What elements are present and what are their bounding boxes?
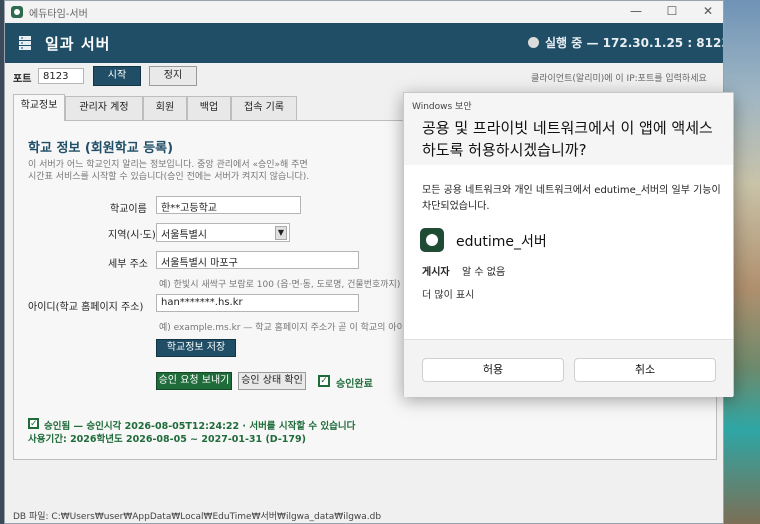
tab-members[interactable]: 회원	[143, 96, 187, 120]
address-hint: 예) 한빛시 새싹구 보람로 100 (읍·면·동, 도로명, 건물번호까지)	[159, 280, 401, 290]
maximize-button[interactable]: ☐	[655, 1, 689, 23]
port-label: 포트	[13, 74, 32, 85]
dialog-heading: 공용 및 프라이빗 네트워크에서 이 앱에 액세스하도록 허용하시겠습니까?	[422, 119, 713, 159]
dialog-app-name: edutime_서버	[456, 234, 547, 250]
window-title: 에듀타임-서버	[29, 8, 88, 20]
clock-icon	[420, 228, 444, 252]
server-address: — 172.30.1.25 : 8123	[586, 36, 724, 50]
app-header: 일과 서버 실행 중 — 172.30.1.25 : 8123	[5, 23, 723, 63]
dialog-body-text: 모든 공용 네트워크와 개인 네트워크에서 edutime_서버의 일부 기능이…	[422, 185, 721, 212]
region-select[interactable]: 서울특별시 ▼	[156, 223, 290, 242]
tab-admin-account[interactable]: 관리자 계정	[65, 96, 143, 120]
section-title: 학교 정보 (회원학교 등록)	[28, 141, 174, 156]
status-dot-icon	[528, 37, 539, 48]
description-line-2: 시간표 서비스를 시작할 수 있습니다(승인 전에는 서버가 켜지지 않습니다)…	[28, 172, 310, 182]
approval-checkbox[interactable]: ✓	[318, 375, 330, 387]
address-input[interactable]: 서울특별시 마포구	[156, 251, 359, 269]
port-input[interactable]: 8123	[38, 68, 84, 84]
tab-backup[interactable]: 백업	[187, 96, 231, 120]
publisher-value: 알 수 없음	[462, 267, 506, 278]
tab-school-info[interactable]: 학교정보	[13, 94, 65, 121]
school-name-label: 학교이름	[110, 204, 147, 215]
cancel-button[interactable]: 취소	[574, 358, 716, 382]
server-status: 실행 중 — 172.30.1.25 : 8123	[545, 34, 724, 51]
school-name-input[interactable]: 한**고등학교	[156, 196, 301, 214]
check-approval-status-button[interactable]: 승인 상태 확인	[238, 372, 306, 390]
publisher-label: 게시자	[422, 267, 450, 278]
stop-button[interactable]: 정지	[149, 66, 197, 86]
usage-period-text: 사용기간: 2026학년도 2026-08-05 ~ 2027-01-31 (D…	[28, 434, 306, 445]
close-button[interactable]: ✕	[691, 1, 723, 23]
save-school-info-button[interactable]: 학교정보 저장	[156, 339, 236, 357]
tab-access-log[interactable]: 접속 기록	[231, 96, 297, 120]
title-bar[interactable]: 에듀타임-서버 — ☐ ✕	[5, 1, 723, 23]
school-id-hint: 예) example.ms.kr — 학교 홈페이지 주소가 곧 이 학교의 아…	[159, 323, 409, 333]
port-bar: 포트 8123 시작 정지 클라이언트(알리미)에 이 IP:포트를 입력하세요	[5, 63, 723, 89]
dialog-header: Windows 보안 공용 및 프라이빗 네트워크에서 이 앱에 액세스하도록 …	[404, 93, 733, 165]
start-button[interactable]: 시작	[93, 66, 141, 86]
address-label: 세부 주소	[108, 259, 148, 270]
windows-security-dialog: Windows 보안 공용 및 프라이빗 네트워크에서 이 앱에 액세스하도록 …	[403, 92, 734, 397]
chevron-down-icon: ▼	[275, 226, 287, 240]
dialog-caption: Windows 보안	[412, 102, 472, 112]
school-id-input[interactable]: han*******.hs.kr	[156, 294, 359, 312]
description-line-1: 이 서버가 어느 학교인지 알리는 정보입니다. 중앙 관리에서 «승인»해 주…	[28, 160, 308, 170]
approved-status-text: 승인됨 — 승인시각 2026-08-05T12:24:22 · 서버를 시작할…	[44, 421, 356, 432]
checkbox-checked-icon: ✓	[28, 418, 39, 429]
app-title: 일과 서버	[45, 35, 111, 53]
school-id-label: 아이디(학교 홈페이지 주소)	[28, 302, 144, 313]
dialog-button-bar: 허용 취소	[404, 339, 733, 397]
minimize-button[interactable]: —	[619, 1, 653, 23]
db-file-path: DB 파일: C:₩Users₩user₩AppData₩Local₩EduTi…	[13, 512, 382, 522]
show-more-link[interactable]: 더 많이 표시	[422, 286, 474, 301]
status-label: 실행 중	[545, 36, 583, 50]
app-icon	[11, 6, 23, 18]
port-hint: 클라이언트(알리미)에 이 IP:포트를 입력하세요	[531, 74, 707, 84]
region-select-value: 서울특별시	[161, 230, 207, 241]
region-label: 지역(시·도)	[108, 230, 156, 241]
allow-button[interactable]: 허용	[422, 358, 564, 382]
approved-label: 승인완료	[336, 379, 373, 390]
server-icon	[19, 36, 31, 50]
send-approval-request-button[interactable]: 승인 요청 보내기	[156, 372, 232, 390]
